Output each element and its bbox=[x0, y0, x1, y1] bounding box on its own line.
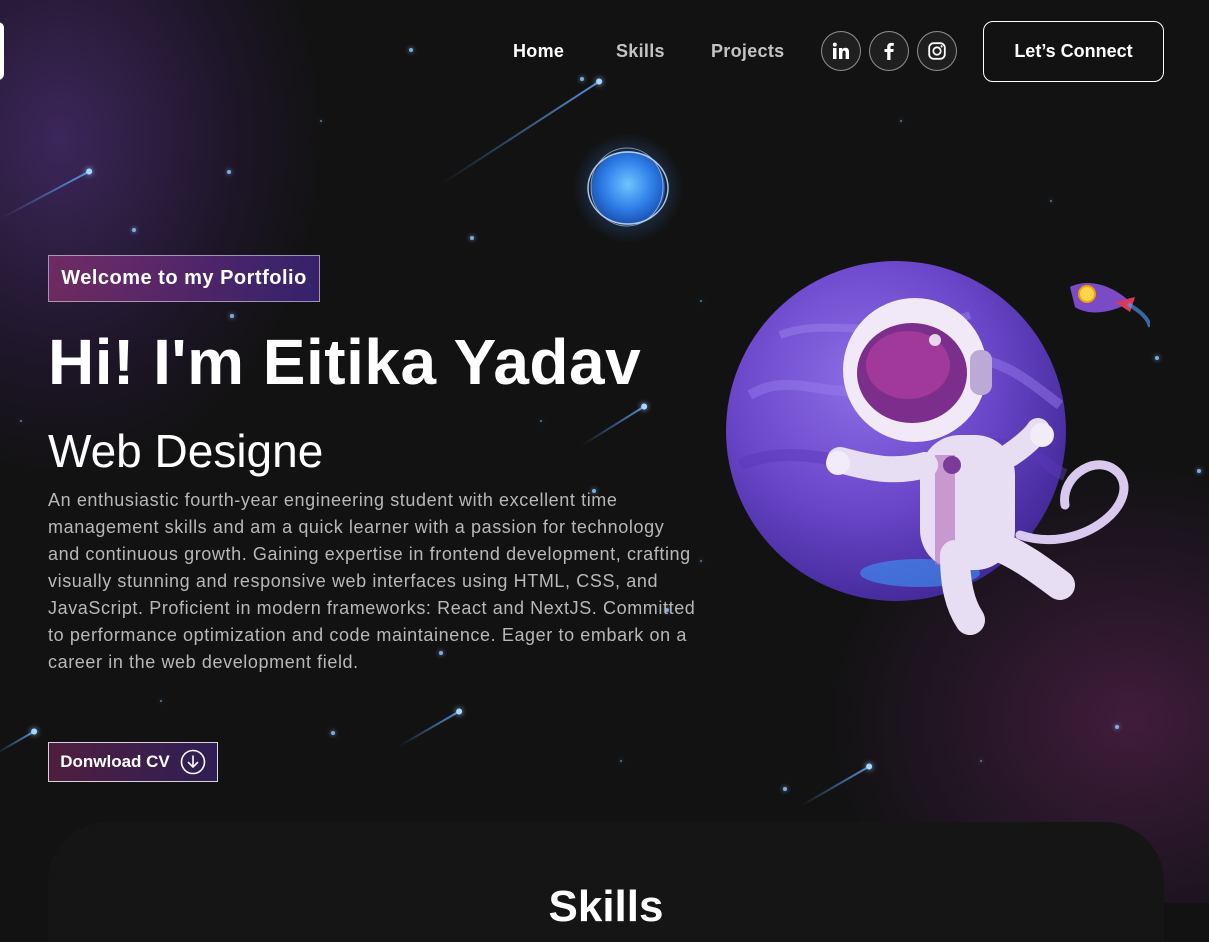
logo-tab[interactable] bbox=[0, 22, 4, 80]
skills-section: Skills bbox=[48, 822, 1164, 942]
nav-link-home[interactable]: Home bbox=[513, 41, 564, 62]
hero-subtitle: Web Designe bbox=[48, 425, 324, 477]
welcome-tagline: Welcome to my Portfolio bbox=[48, 255, 320, 302]
facebook-button[interactable] bbox=[869, 31, 909, 71]
download-cv-button[interactable]: Donwload CV bbox=[48, 742, 218, 782]
instagram-button[interactable] bbox=[917, 31, 957, 71]
hero-title: Hi! I'm Eitika Yadav bbox=[48, 326, 642, 398]
download-cv-label: Donwload CV bbox=[60, 752, 170, 771]
skills-title: Skills bbox=[548, 882, 664, 931]
facebook-icon bbox=[884, 42, 894, 60]
hero-bio: An enthusiastic fourth-year engineering … bbox=[48, 490, 696, 672]
linkedin-button[interactable] bbox=[821, 31, 861, 71]
lets-connect-button[interactable]: Let’s Connect bbox=[983, 21, 1164, 82]
nav-link-skills[interactable]: Skills bbox=[616, 41, 665, 62]
rocket-illustration bbox=[1070, 282, 1150, 328]
arrow-down-circle-icon bbox=[180, 749, 206, 775]
nav-link-projects[interactable]: Projects bbox=[711, 41, 784, 62]
instagram-icon bbox=[928, 42, 946, 60]
linkedin-icon bbox=[832, 42, 849, 59]
glowing-planet-illustration bbox=[573, 135, 683, 243]
